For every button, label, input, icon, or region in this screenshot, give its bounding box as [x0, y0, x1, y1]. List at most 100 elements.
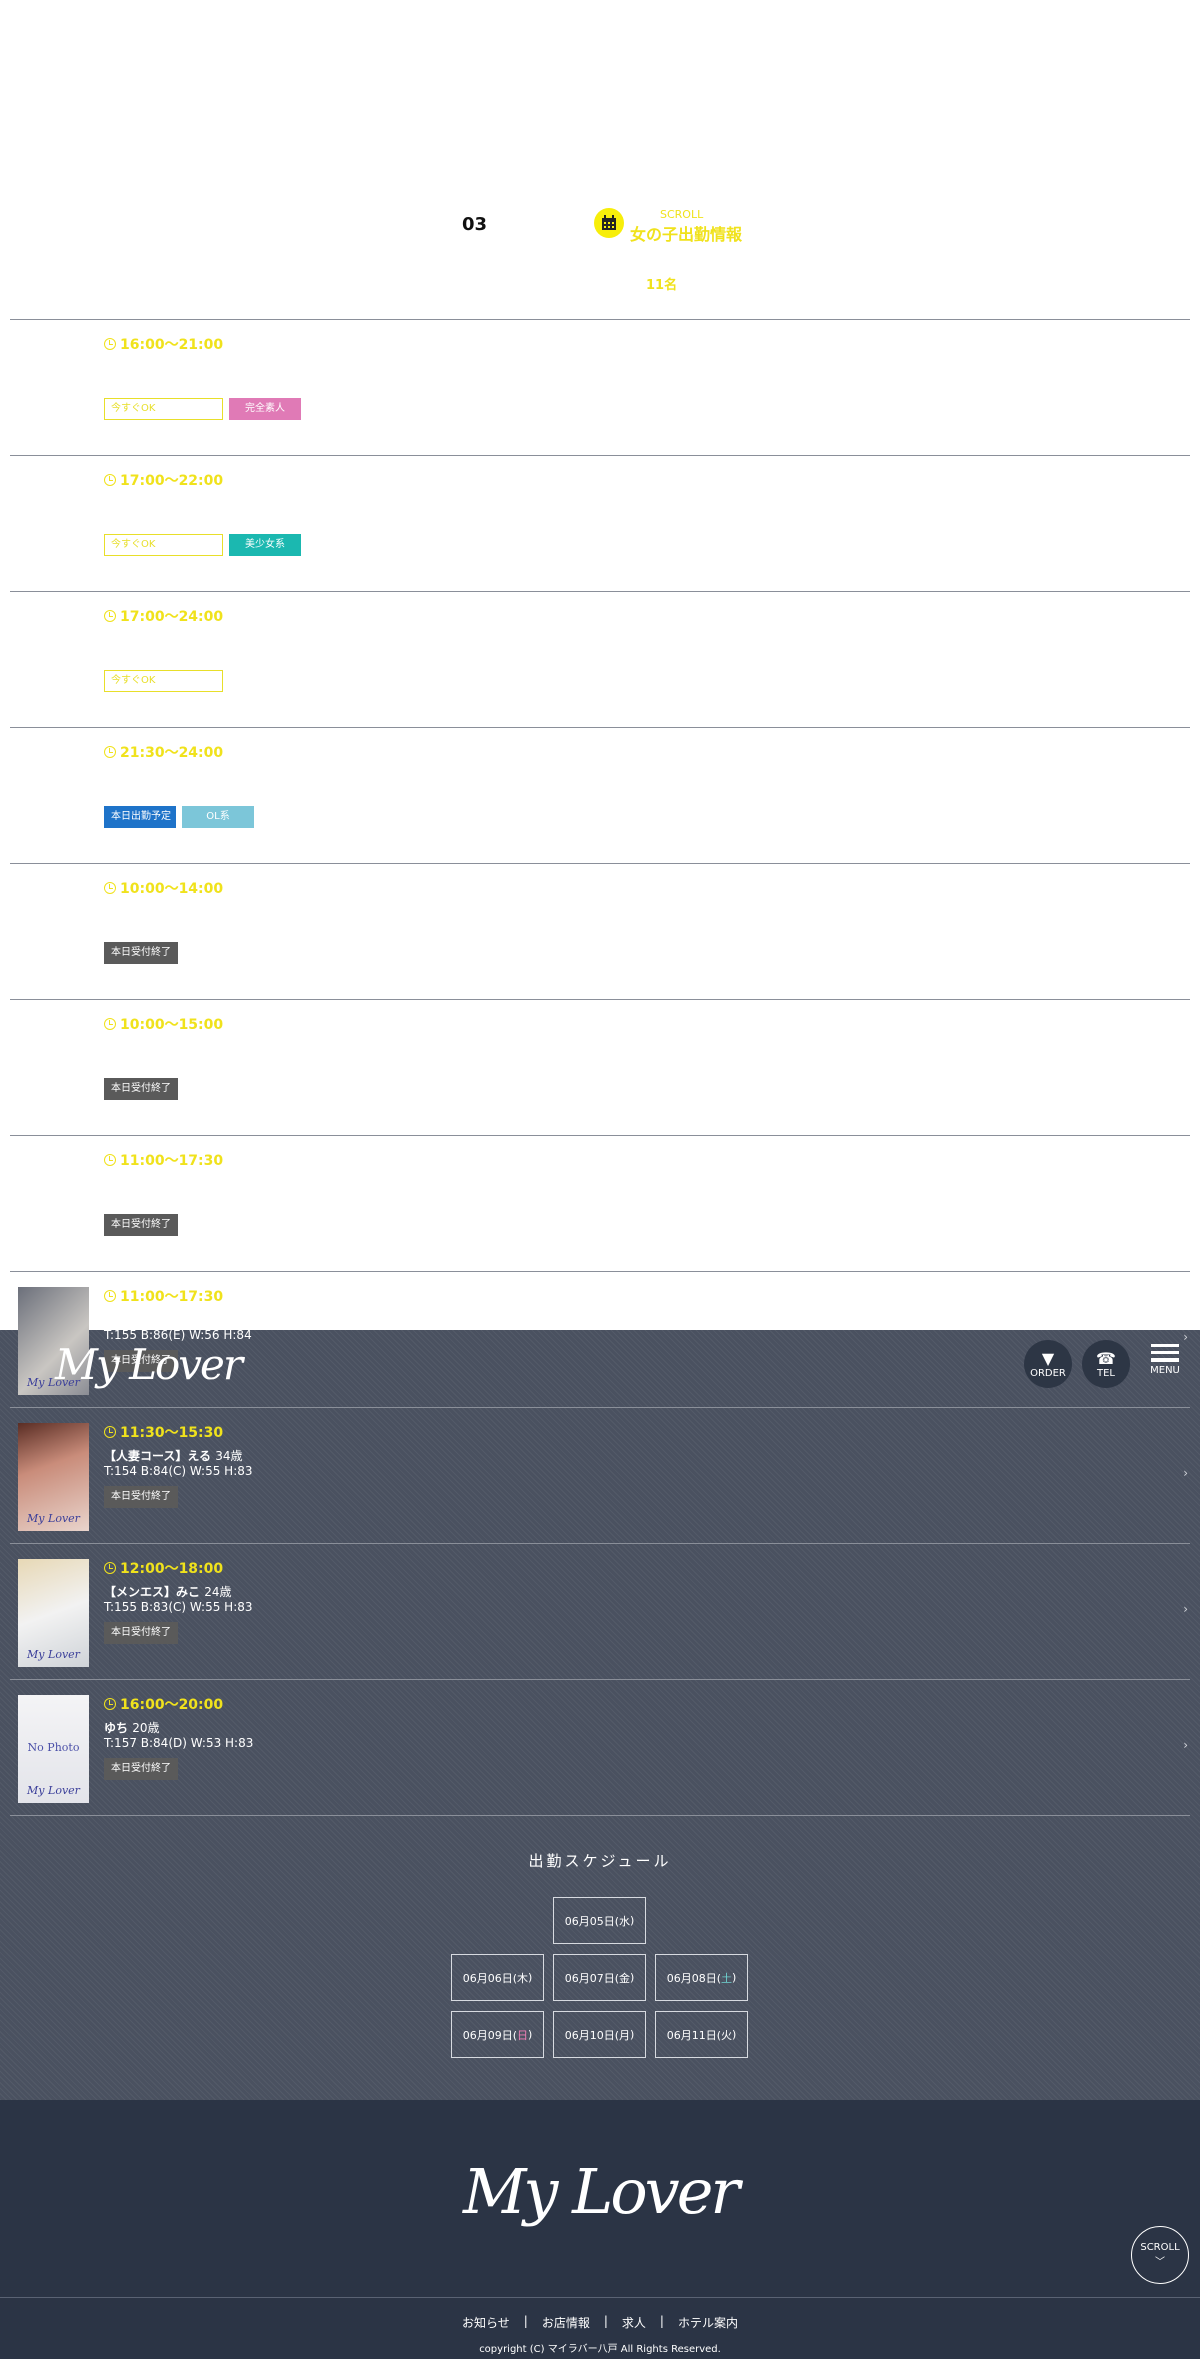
- chevron-right-icon[interactable]: ›: [1183, 1466, 1188, 1480]
- schedule-entry[interactable]: No Photo My Lover 16:00〜20:00 ゆち 20歳 T:157 B…: [10, 1679, 1190, 1815]
- girl-age: 24歳: [204, 1585, 232, 1599]
- footer-logo[interactable]: My Lover: [0, 2155, 1200, 2228]
- tuxedo-icon: ▼: [1041, 1348, 1055, 1368]
- date-suffix: ): [732, 1971, 737, 1984]
- tag-list: 本日受付終了: [104, 1078, 178, 1100]
- schedule-heading: 出勤スケジュール: [528, 1852, 672, 1870]
- clock-icon: [104, 1018, 116, 1030]
- girl-name-text: 【メンエス】みこ: [104, 1585, 201, 1599]
- shift-time-text: 16:00〜20:00: [120, 1697, 224, 1713]
- shift-time-text: 17:00〜24:00: [120, 609, 224, 625]
- schedule-entry[interactable]: 17:00〜22:00 今すぐOK 美少女系: [10, 455, 1190, 591]
- shift-time-text: 17:00〜22:00: [120, 473, 224, 489]
- footer-link-news[interactable]: お知らせ: [448, 2314, 524, 2331]
- date-text: 06月06日(: [462, 1971, 517, 1985]
- shift-time: 11:00〜17:30: [104, 1286, 223, 1306]
- scroll-hint: SCROLL: [660, 208, 704, 221]
- date-button[interactable]: 06月06日(木): [451, 1954, 544, 2001]
- date-suffix: ): [630, 1914, 635, 1927]
- tel-label: TEL: [1097, 1367, 1115, 1379]
- tag-closed: 本日受付終了: [104, 942, 178, 964]
- clock-icon: [104, 1698, 116, 1710]
- date-button[interactable]: 06月09日(日): [451, 2011, 544, 2058]
- tag-lblue: OL系: [182, 806, 254, 828]
- schedule-entry[interactable]: 11:00〜17:30 本日受付終了: [10, 1135, 1190, 1271]
- clock-icon: [104, 1290, 116, 1302]
- clock-icon: [104, 1426, 116, 1438]
- clock-icon: [104, 610, 116, 622]
- chevron-right-icon[interactable]: ›: [1183, 1330, 1188, 1344]
- footer-divider: [0, 2297, 1200, 2298]
- weekday-text: 月: [619, 2028, 630, 2042]
- shift-time-text: 11:30〜15:30: [120, 1425, 224, 1441]
- tag-closed: 本日受付終了: [104, 1622, 178, 1644]
- date-button[interactable]: 06月10日(月): [553, 2011, 646, 2058]
- clock-icon: [104, 882, 116, 894]
- tag-list: 本日受付終了: [104, 1214, 178, 1236]
- tag-pink: 完全素人: [229, 398, 301, 420]
- date-button[interactable]: 06月07日(金): [553, 1954, 646, 2001]
- schedule-entry[interactable]: 10:00〜15:00 本日受付終了: [10, 999, 1190, 1135]
- footer-link-shop[interactable]: お店情報: [528, 2314, 604, 2331]
- menu-button[interactable]: MENU: [1149, 1344, 1181, 1376]
- section-number: 03: [462, 214, 488, 235]
- hamburger-icon: [1151, 1344, 1179, 1362]
- tag-closed: 本日受付終了: [104, 1078, 178, 1100]
- shift-time: 17:00〜22:00: [104, 470, 223, 490]
- tag-list: 本日受付終了: [104, 1758, 178, 1780]
- profile-photo[interactable]: My Lover: [18, 1559, 89, 1667]
- tag-now: 今すぐOK: [104, 534, 223, 556]
- copyright: copyright (C) マイラバー八戸 All Rights Reserve…: [479, 2344, 721, 2355]
- schedule-entry[interactable]: My Lover 12:00〜18:00 【メンエス】みこ 24歳 T:155 B:8…: [10, 1543, 1190, 1679]
- tag-now: 今すぐOK: [104, 398, 223, 420]
- girl-name[interactable]: 【人妻コース】える 34歳: [104, 1447, 243, 1464]
- schedule-entry[interactable]: 21:30〜24:00 本日出勤予定 OL系: [10, 727, 1190, 863]
- chevron-down-icon: ﹀: [1155, 2257, 1165, 2268]
- schedule-entry[interactable]: 17:00〜24:00 今すぐOK: [10, 591, 1190, 727]
- tag-list: 今すぐOK 美少女系: [104, 534, 301, 556]
- clock-icon: [104, 1562, 116, 1574]
- tag-list: 今すぐOK 完全素人: [104, 398, 301, 420]
- girl-age: 20歳: [132, 1721, 160, 1735]
- shift-time: 10:00〜15:00: [104, 1014, 223, 1034]
- menu-label: MENU: [1150, 1365, 1180, 1376]
- tag-list: 本日出勤予定 OL系: [104, 806, 254, 828]
- date-suffix: ): [528, 1971, 533, 1984]
- profile-photo[interactable]: No Photo My Lover: [18, 1695, 89, 1803]
- entry-divider: [10, 1815, 1190, 1816]
- date-button[interactable]: 06月05日(水): [553, 1897, 646, 1944]
- girl-name[interactable]: ゆち 20歳: [104, 1719, 159, 1736]
- footer-link-recruit[interactable]: 求人: [608, 2314, 660, 2331]
- schedule-entry[interactable]: 16:00〜21:00 今すぐOK 完全素人: [10, 319, 1190, 455]
- scroll-label: SCROLL: [1140, 2242, 1180, 2253]
- shift-time: 10:00〜14:00: [104, 878, 223, 898]
- no-photo-label: No Photo: [27, 1741, 80, 1754]
- photo-watermark: My Lover: [27, 1648, 80, 1661]
- date-suffix: ): [630, 1971, 635, 1984]
- chevron-right-icon[interactable]: ›: [1183, 1738, 1188, 1752]
- photo-watermark: My Lover: [27, 1512, 80, 1525]
- order-button[interactable]: ▼ ORDER: [1024, 1340, 1072, 1388]
- chevron-right-icon[interactable]: ›: [1183, 1602, 1188, 1616]
- section-title: 女の子出勤情報: [630, 225, 743, 244]
- shift-time: 21:30〜24:00: [104, 742, 223, 762]
- tel-button[interactable]: ☎ TEL: [1082, 1340, 1130, 1388]
- date-button[interactable]: 06月08日(土): [655, 1954, 748, 2001]
- date-suffix: ): [732, 2028, 737, 2041]
- schedule-entry[interactable]: 10:00〜14:00 本日受付終了: [10, 863, 1190, 999]
- tag-list: 今すぐOK: [104, 670, 223, 692]
- scroll-top-button[interactable]: SCROLL ﹀: [1131, 2226, 1189, 2284]
- profile-photo[interactable]: My Lover: [18, 1423, 89, 1531]
- site-logo[interactable]: My Lover: [55, 1340, 243, 1389]
- schedule-entry[interactable]: My Lover 11:30〜15:30 【人妻コース】える 34歳 T:154 B:…: [10, 1407, 1190, 1543]
- tag-closed: 本日受付終了: [104, 1214, 178, 1236]
- girl-name[interactable]: 【メンエス】みこ 24歳: [104, 1583, 231, 1600]
- date-button[interactable]: 06月11日(火): [655, 2011, 748, 2058]
- date-text: 06月11日(: [666, 2028, 721, 2042]
- date-text: 06月05日(: [564, 1914, 619, 1928]
- weekday-text: 水: [619, 1914, 630, 1928]
- girl-spec: T:157 B:84(D) W:53 H:83: [104, 1736, 254, 1750]
- shift-time: 16:00〜20:00: [104, 1694, 223, 1714]
- clock-icon: [104, 474, 116, 486]
- footer-link-hotel[interactable]: ホテル案内: [664, 2314, 752, 2331]
